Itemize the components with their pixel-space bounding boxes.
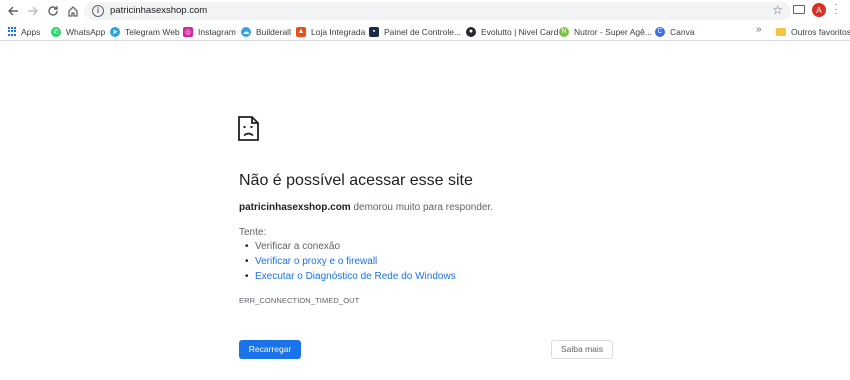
bookmark-label: Outros favoritos: [791, 26, 850, 37]
bookmark-label: Painel de Controle...: [384, 26, 462, 37]
bookmark-other-favorites[interactable]: Outros favoritos: [776, 25, 850, 38]
painel-icon: ▪: [369, 26, 379, 37]
error-description: patricinhasexshop.com demorou muito para…: [239, 202, 493, 213]
browser-toolbar: i patricinhasexshop.com ☆ A · · ·: [0, 0, 850, 22]
cast-icon[interactable]: [793, 5, 805, 14]
error-domain: patricinhasexshop.com: [239, 202, 351, 213]
bookmark-nutror[interactable]: N Nutror - Super Agê...: [559, 25, 652, 38]
bookmark-canva[interactable]: C Canva: [655, 25, 695, 38]
suggestion-check-connection: Verificar a conexão: [245, 241, 340, 252]
profile-avatar[interactable]: A: [812, 3, 826, 17]
suggestion-network-diagnostics-link[interactable]: Executar o Diagnóstico de Rede do Window…: [245, 271, 456, 282]
chevron-more-icon[interactable]: »: [756, 24, 762, 35]
folder-icon: [776, 27, 786, 36]
bookmark-label: Evolutto | Nivel Card: [481, 26, 559, 37]
bookmark-label: Canva: [670, 26, 695, 37]
canva-icon: C: [655, 26, 665, 37]
nutror-icon: N: [559, 26, 569, 37]
bookmark-instagram[interactable]: ◎ Instagram: [183, 25, 236, 38]
whatsapp-icon: ✆: [51, 26, 61, 37]
telegram-icon: ➤: [110, 26, 120, 37]
refresh-icon[interactable]: [45, 3, 61, 19]
back-icon[interactable]: [5, 3, 21, 19]
bookmark-label: Nutror - Super Agê...: [574, 26, 652, 37]
bookmark-painel[interactable]: ▪ Painel de Controle...: [369, 25, 461, 38]
bookmark-builderall[interactable]: ☁ Builderall: [241, 25, 291, 38]
home-icon[interactable]: [65, 3, 81, 19]
bookmark-label: WhatsApp: [66, 26, 106, 37]
reload-button[interactable]: Recarregar: [239, 340, 301, 359]
bookmark-whatsapp[interactable]: ✆ WhatsApp: [51, 25, 105, 38]
try-label: Tente:: [239, 227, 267, 238]
error-description-text: demorou muito para responder.: [350, 202, 494, 213]
loja-integrada-icon: ▲: [296, 26, 306, 37]
instagram-icon: ◎: [183, 26, 193, 37]
apps-grid-icon: [7, 27, 16, 36]
address-bar[interactable]: i patricinhasexshop.com ☆: [84, 2, 791, 20]
bookmark-evolutto[interactable]: ● Evolutto | Nivel Card: [466, 25, 558, 38]
bookmark-apps[interactable]: Apps: [7, 25, 40, 38]
sad-page-icon: [238, 116, 259, 141]
bookmark-label: Loja Integrada: [311, 26, 366, 37]
builderall-icon: ☁: [241, 26, 251, 37]
bookmark-label: Instagram: [198, 26, 236, 37]
info-icon[interactable]: i: [92, 5, 104, 17]
suggestion-check-proxy-link[interactable]: Verificar o proxy e o firewall: [245, 256, 377, 267]
bookmark-label: Builderall: [256, 26, 291, 37]
bookmark-label: Apps: [21, 26, 41, 37]
forward-icon[interactable]: [25, 3, 41, 19]
error-title: Não é possível acessar esse site: [239, 172, 473, 189]
error-code: ERR_CONNECTION_TIMED_OUT: [239, 296, 360, 305]
learn-more-button[interactable]: Saiba mais: [551, 340, 613, 359]
bookmark-loja-integrada[interactable]: ▲ Loja Integrada: [296, 25, 365, 38]
url-text[interactable]: patricinhasexshop.com: [110, 5, 207, 16]
bookmark-label: Telegram Web: [125, 26, 180, 37]
star-icon[interactable]: ☆: [772, 3, 783, 17]
bookmarks-bar: Apps ✆ WhatsApp ➤ Telegram Web ◎ Instagr…: [0, 22, 850, 41]
github-icon: ●: [466, 26, 476, 37]
bookmark-telegram[interactable]: ➤ Telegram Web: [110, 25, 180, 38]
menu-icon[interactable]: · · ·: [834, 0, 838, 18]
